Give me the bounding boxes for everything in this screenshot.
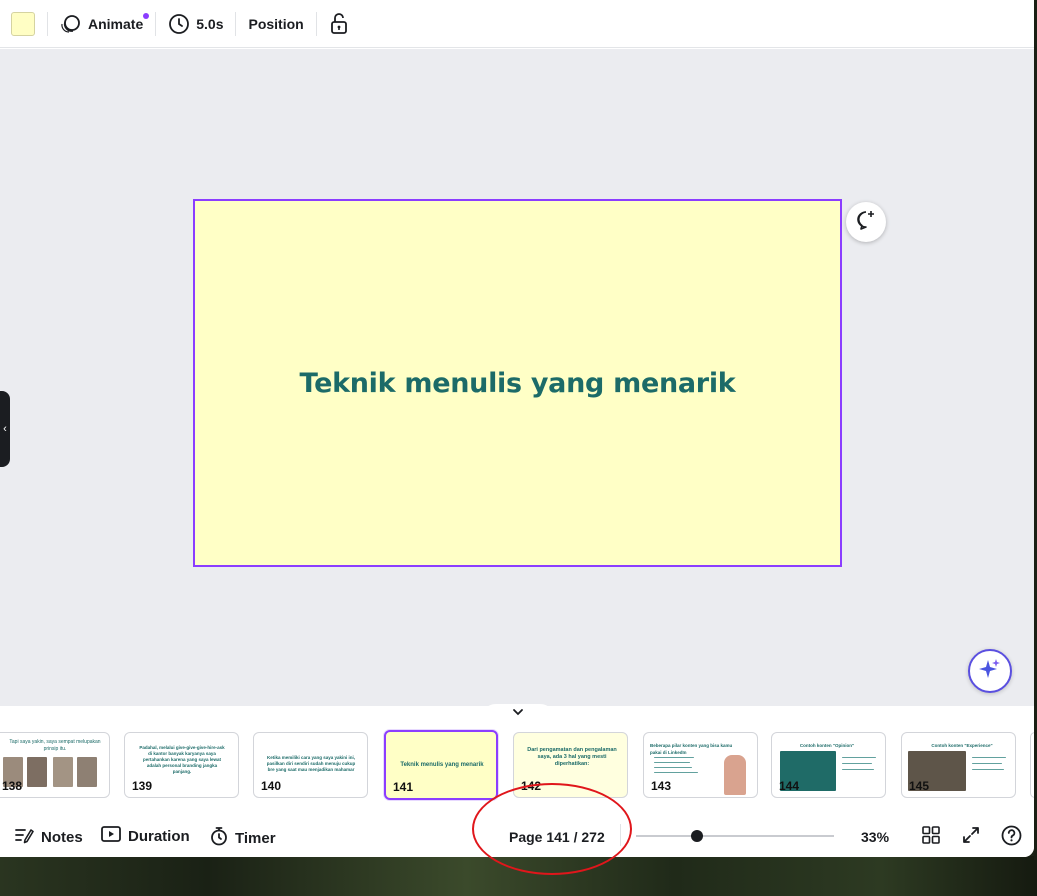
- notes-button[interactable]: Notes: [14, 826, 83, 848]
- desktop-background: [0, 856, 1037, 896]
- thumbnail-text: Tapi saya yakin, saya sempat melupakan p…: [9, 739, 101, 752]
- page-number: 138: [2, 779, 23, 793]
- duration-button[interactable]: 5.0s: [168, 13, 223, 35]
- slide-page[interactable]: Teknik menulis yang menarik: [193, 199, 842, 567]
- thumbnail-text: Ketika memiliki cara yang saya yakini in…: [266, 755, 356, 772]
- thumbnail-line: [842, 757, 876, 758]
- duration-footer-button[interactable]: Duration: [101, 826, 190, 846]
- zoom-slider-handle[interactable]: [691, 830, 703, 842]
- page-thumbnail-140[interactable]: Ketika memiliki cara yang saya yakini in…: [253, 732, 368, 798]
- comment-plus-icon: [855, 209, 877, 236]
- thumbnail-line: [842, 769, 874, 770]
- unlock-icon: [329, 12, 349, 35]
- animate-label: Animate: [88, 12, 150, 32]
- thumbnail-text: Beberapa pilar konten yang bisa kamu pak…: [650, 743, 733, 755]
- thumbnail-line: [654, 767, 692, 768]
- thumbnail-text: Dari pengamatan dan pengalaman saya, ada…: [527, 747, 617, 767]
- footer-divider: [620, 824, 621, 846]
- animate-icon: [60, 14, 82, 34]
- fullscreen-button[interactable]: [962, 826, 980, 849]
- page-number: 141: [393, 780, 414, 794]
- clock-icon: [168, 13, 190, 35]
- slide-title[interactable]: Teknik menulis yang menarik: [300, 368, 736, 399]
- page-number: 139: [132, 779, 153, 793]
- chevron-left-icon: ‹: [3, 423, 7, 435]
- notes-label: Notes: [41, 828, 83, 846]
- thumbnail-text: Contoh konten "Experience": [931, 743, 993, 748]
- footer-bar: Notes Duration Timer Page 141 / 272 33%: [0, 812, 1034, 857]
- add-comment-button[interactable]: [846, 202, 886, 242]
- thumbnail-line: [972, 757, 1006, 758]
- thumbnail-line: [654, 772, 698, 773]
- position-button[interactable]: Position: [248, 16, 303, 32]
- thumbnail-text: Padahal, melalui give-give-give-hire-ask…: [139, 745, 225, 774]
- thumbnail-illustration: [724, 755, 746, 795]
- toolbar-divider: [315, 11, 317, 36]
- zoom-percentage[interactable]: 33%: [861, 829, 889, 845]
- editor-canvas[interactable]: ‹ Teknik menulis yang menarik: [0, 49, 1034, 706]
- editor-window: Animate 5.0s Position ‹ Teknik menulis y…: [0, 0, 1034, 857]
- animate-button[interactable]: Animate: [60, 12, 150, 34]
- magic-assistant-button[interactable]: [968, 649, 1012, 693]
- toolbar-divider: [235, 11, 237, 36]
- page-number: 144: [779, 779, 800, 793]
- stopwatch-icon: [210, 826, 228, 850]
- expand-icon: [962, 827, 980, 848]
- background-color-swatch[interactable]: [11, 11, 35, 36]
- page-thumbnail-141[interactable]: Teknik menulis yang menarik 141: [384, 730, 498, 800]
- page-number: 143: [651, 779, 672, 793]
- notes-icon: [14, 826, 34, 848]
- page-number: 142: [521, 779, 542, 793]
- lock-button[interactable]: [329, 12, 349, 35]
- thumbnail-text: Teknik menulis yang menarik: [400, 762, 484, 768]
- grid-icon: [922, 826, 940, 848]
- thumbnail-photo: [53, 757, 73, 787]
- help-icon: [1001, 825, 1022, 850]
- thumbnail-text: Contoh konten "Opinion": [799, 743, 855, 748]
- timer-button[interactable]: Timer: [210, 826, 276, 850]
- sparkle-icon: [978, 657, 1002, 686]
- page-thumbnail-139[interactable]: Padahal, melalui give-give-give-hire-ask…: [124, 732, 239, 798]
- thumbnail-line: [972, 763, 1002, 764]
- page-indicator[interactable]: Page 141 / 272: [509, 829, 605, 845]
- position-label: Position: [248, 15, 304, 32]
- page-thumbnail-next[interactable]: [1030, 732, 1034, 798]
- thumbnail-line: [654, 757, 694, 758]
- top-toolbar: Animate 5.0s Position: [0, 0, 1034, 48]
- grid-view-button[interactable]: [922, 826, 940, 849]
- page-thumbnail-144[interactable]: Contoh konten "Opinion" 144: [771, 732, 886, 798]
- page-number: 145: [909, 779, 930, 793]
- thumbnail-line: [654, 762, 690, 763]
- thumbnail-photo: [27, 757, 47, 787]
- thumbnail-photo: [77, 757, 97, 787]
- page-thumbnail-143[interactable]: Beberapa pilar konten yang bisa kamu pak…: [643, 732, 758, 798]
- page-thumbnail-142[interactable]: Dari pengamatan dan pengalaman saya, ada…: [513, 732, 628, 798]
- side-panel-toggle[interactable]: ‹: [0, 391, 10, 467]
- timer-label: Timer: [235, 829, 276, 847]
- thumbnail-line: [972, 769, 1004, 770]
- play-icon: [101, 826, 121, 846]
- duration-footer-label: Duration: [128, 827, 190, 845]
- pages-strip: Tapi saya yakin, saya sempat melupakan p…: [0, 716, 1034, 808]
- thumbnail-line: [842, 763, 872, 764]
- help-button[interactable]: [1001, 825, 1022, 851]
- page-thumbnail-138[interactable]: Tapi saya yakin, saya sempat melupakan p…: [0, 732, 110, 798]
- zoom-slider-track[interactable]: [636, 835, 834, 837]
- toolbar-divider: [47, 11, 48, 36]
- page-number: 140: [261, 779, 282, 793]
- toolbar-divider: [155, 11, 157, 36]
- page-thumbnail-145[interactable]: Contoh konten "Experience" 145: [901, 732, 1016, 798]
- duration-label: 5.0s: [196, 15, 224, 32]
